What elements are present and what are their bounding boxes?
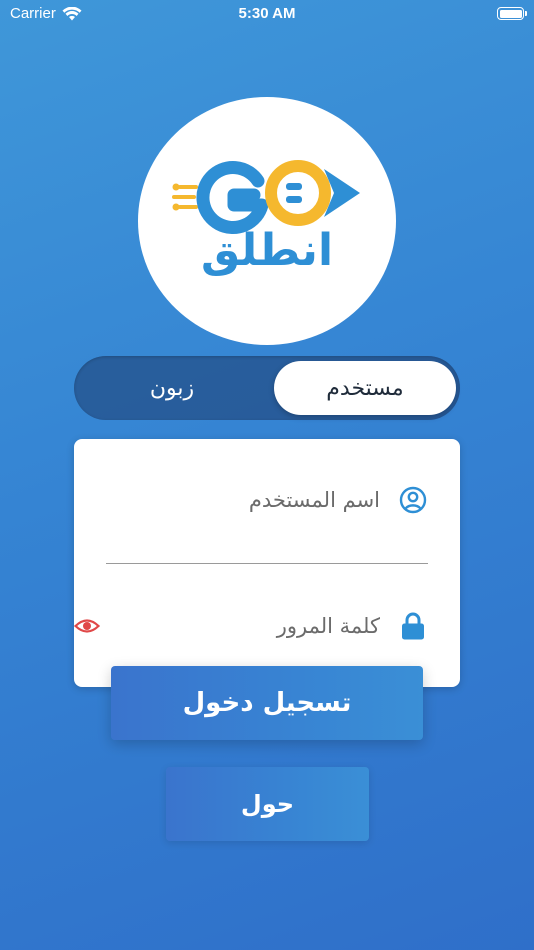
toggle-option-user[interactable]: مستخدم: [274, 361, 456, 415]
go-logo-mark: [172, 160, 360, 234]
eye-icon[interactable]: [74, 616, 100, 636]
status-time: 5:30 AM: [238, 5, 296, 22]
status-bar: Carrier 5:30 AM: [0, 0, 534, 28]
username-field: [106, 475, 428, 525]
toggle-option-customer[interactable]: زبون: [74, 356, 270, 420]
speed-lines-icon: [172, 183, 198, 211]
login-form-card: [74, 439, 460, 687]
letter-o-icon: [265, 160, 331, 226]
toggle-user-label: مستخدم: [326, 375, 404, 401]
lock-icon: [398, 611, 428, 641]
username-input[interactable]: [106, 488, 380, 512]
login-button[interactable]: تسجيل دخول: [111, 666, 423, 740]
password-input[interactable]: [112, 614, 380, 638]
password-field: [74, 601, 428, 651]
user-circle-icon: [398, 485, 428, 515]
about-button-label: حول: [240, 790, 295, 818]
user-type-toggle[interactable]: زبون مستخدم: [74, 356, 460, 420]
logo-arabic-text: انطلق: [200, 225, 334, 276]
about-button[interactable]: حول: [166, 767, 369, 841]
letter-g-icon: [196, 161, 269, 234]
battery-icon: [497, 7, 527, 20]
field-divider: [106, 563, 428, 564]
login-button-label: تسجيل دخول: [182, 688, 352, 718]
app-logo: انطلق: [138, 97, 396, 345]
toggle-customer-label: زبون: [149, 375, 195, 401]
